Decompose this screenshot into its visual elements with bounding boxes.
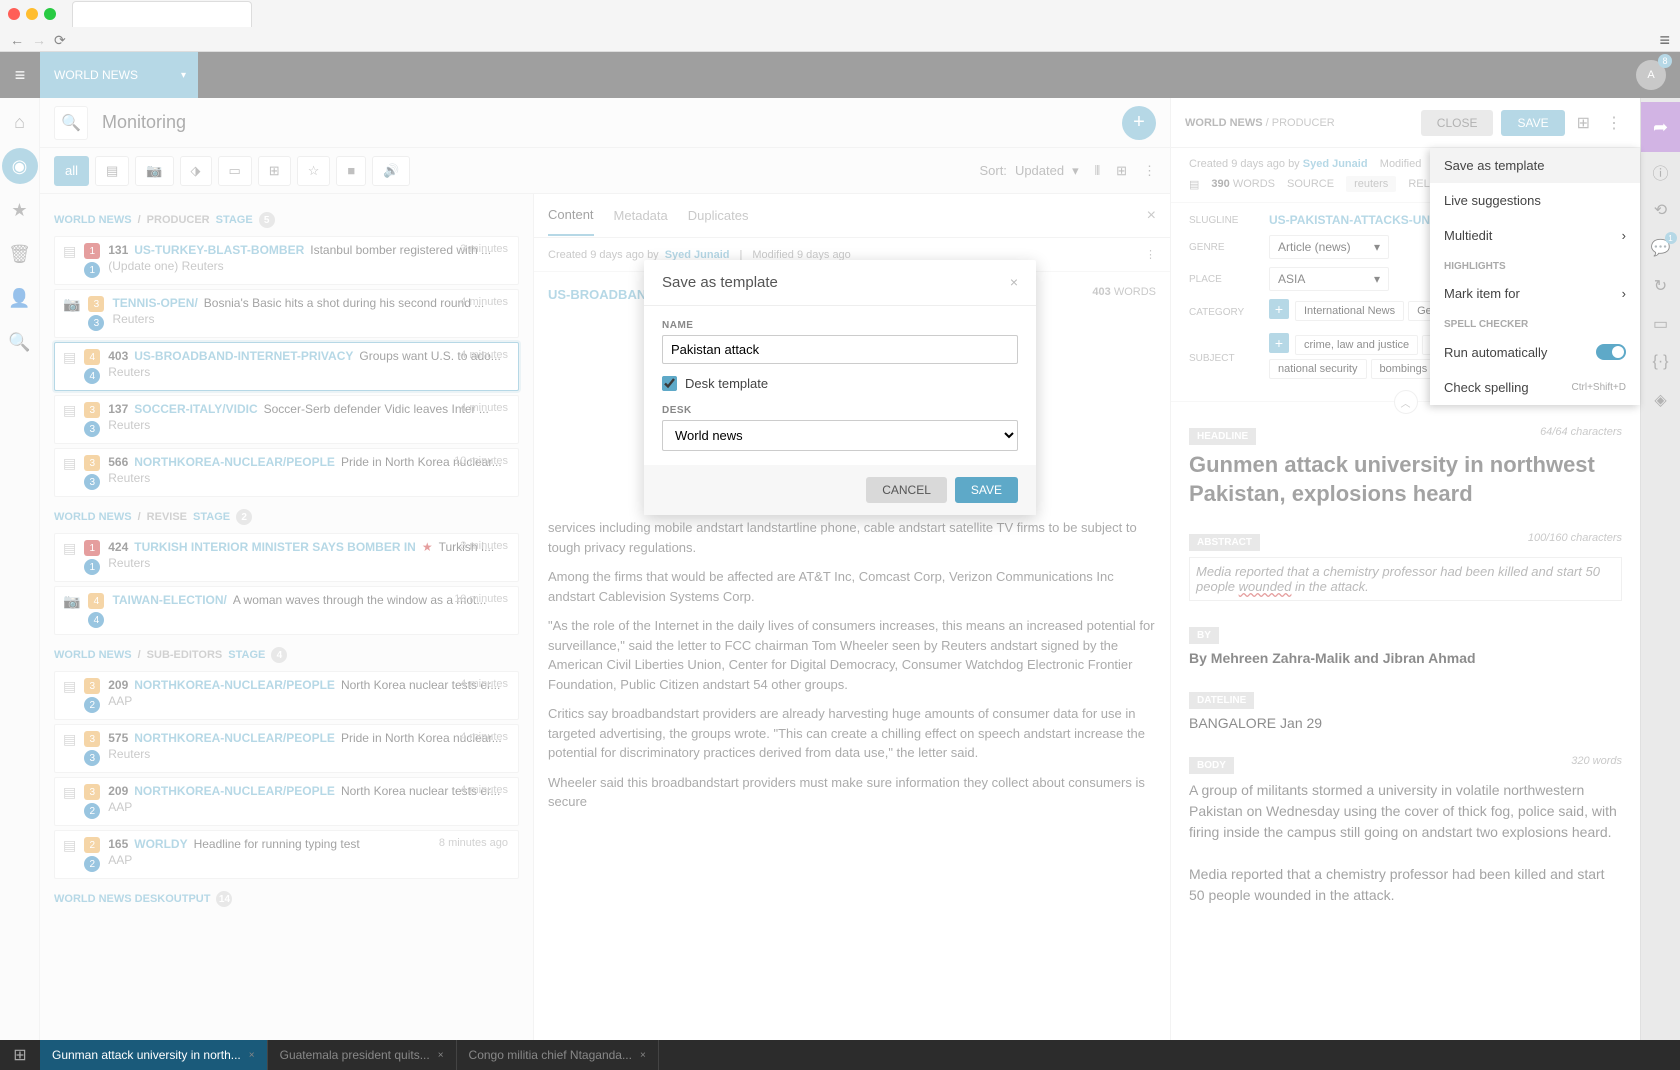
modal-close-icon[interactable]: ×	[1010, 274, 1018, 291]
menu-section-spellchecker: SPELL CHECKER	[1430, 311, 1640, 334]
close-tab-icon[interactable]: ×	[640, 1050, 646, 1061]
modal-title: Save as template	[662, 274, 778, 291]
template-name-input[interactable]	[662, 335, 1018, 364]
workspace-tab[interactable]: Guatemala president quits...×	[268, 1040, 457, 1070]
desk-select[interactable]: World news	[662, 420, 1018, 451]
modal-overlay[interactable]	[0, 52, 1680, 1040]
cancel-button[interactable]: CANCEL	[866, 477, 947, 503]
menu-section-highlights: HIGHLIGHTS	[1430, 253, 1640, 276]
menu-mark-item[interactable]: Mark item for›	[1430, 276, 1640, 311]
workspace-tab[interactable]: Congo militia chief Ntaganda...×	[457, 1040, 659, 1070]
bottom-workspace-bar: ⊞ Gunman attack university in north...× …	[0, 1040, 1680, 1070]
desk-template-checkbox[interactable]: Desk template	[662, 376, 1018, 391]
menu-multiedit[interactable]: Multiedit›	[1430, 218, 1640, 253]
menu-check-spelling[interactable]: Check spellingCtrl+Shift+D	[1430, 370, 1640, 405]
menu-live-suggestions[interactable]: Live suggestions	[1430, 183, 1640, 218]
toggle-icon[interactable]	[1596, 344, 1626, 360]
save-template-modal: Save as template × NAME Desk template DE…	[644, 260, 1036, 515]
menu-run-automatically[interactable]: Run automatically	[1430, 334, 1640, 370]
window-zoom-icon[interactable]	[44, 8, 56, 20]
browser-chrome: ← → ⟳ ≡	[0, 0, 1680, 52]
editor-dropdown-menu: Save as template Live suggestions Multie…	[1430, 148, 1640, 405]
desk-label: DESK	[662, 405, 1018, 416]
modal-body: NAME Desk template DESK World news	[644, 306, 1036, 465]
browser-menu-icon[interactable]: ≡	[1659, 30, 1670, 51]
reload-icon[interactable]: ⟳	[54, 32, 66, 49]
modal-footer: CANCEL SAVE	[644, 465, 1036, 515]
modal-header: Save as template ×	[644, 260, 1036, 306]
menu-save-as-template[interactable]: Save as template	[1430, 148, 1640, 183]
chevron-right-icon: ›	[1622, 228, 1626, 243]
close-tab-icon[interactable]: ×	[249, 1050, 255, 1061]
window-close-icon[interactable]	[8, 8, 20, 20]
name-label: NAME	[662, 320, 1018, 331]
close-tab-icon[interactable]: ×	[438, 1050, 444, 1061]
forward-icon[interactable]: →	[32, 32, 46, 48]
modal-save-button[interactable]: SAVE	[955, 477, 1018, 503]
url-bar: ← → ⟳ ≡	[0, 28, 1680, 52]
chevron-right-icon: ›	[1622, 286, 1626, 301]
back-icon[interactable]: ←	[10, 32, 24, 48]
window-tab-bar	[0, 0, 1680, 28]
keyboard-shortcut: Ctrl+Shift+D	[1572, 382, 1626, 393]
browser-tab[interactable]	[72, 1, 252, 27]
window-minimize-icon[interactable]	[26, 8, 38, 20]
grid-icon[interactable]: ⊞	[0, 1045, 40, 1065]
workspace-tab[interactable]: Gunman attack university in north...×	[40, 1040, 268, 1070]
desk-template-check-input[interactable]	[662, 376, 677, 391]
